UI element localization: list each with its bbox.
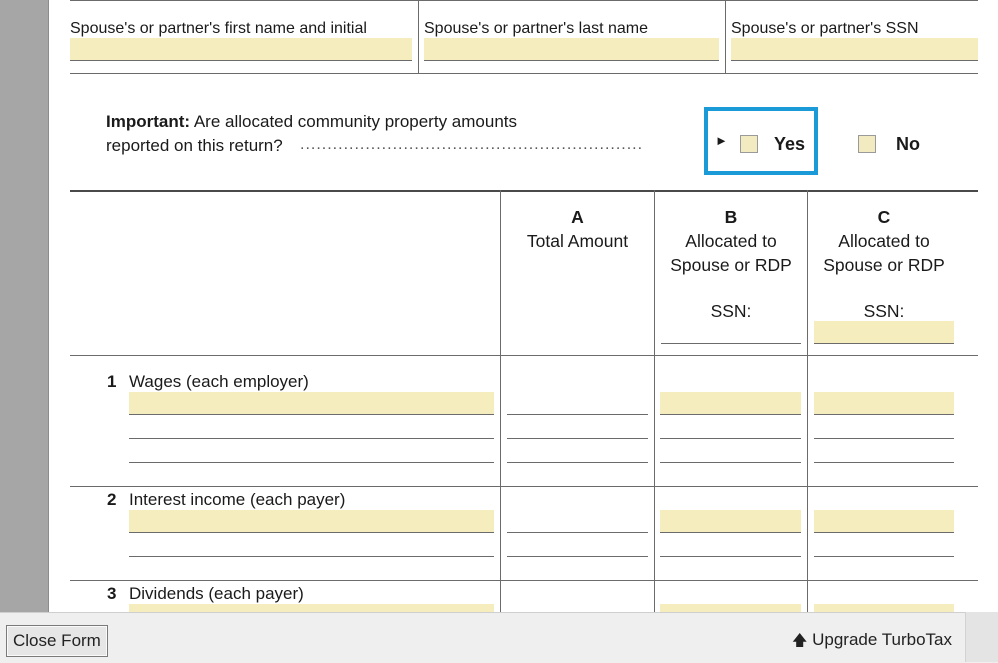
column-c-ssn-field[interactable] xyxy=(814,321,954,344)
up-arrow-icon: 🡅 xyxy=(791,632,808,649)
divider xyxy=(418,0,419,74)
question-important: Important: xyxy=(106,112,191,131)
row-number: 1 xyxy=(107,372,117,391)
yes-checkbox[interactable] xyxy=(740,135,758,153)
upgrade-turbotax-button[interactable]: 🡅 Upgrade TurboTax xyxy=(792,629,952,652)
wages-employer-field-2[interactable] xyxy=(129,438,494,439)
top-rule xyxy=(70,0,978,1)
column-b-ssn-label: SSN: xyxy=(710,301,752,321)
no-checkbox[interactable] xyxy=(858,135,876,153)
row-divider xyxy=(70,580,978,581)
spouse-ssn-label: Spouse's or partner's SSN xyxy=(731,20,919,37)
interest-col-c-field-2[interactable] xyxy=(814,556,954,557)
row-divider xyxy=(70,486,978,487)
column-b-letter: B xyxy=(724,207,738,227)
interest-col-b-field-1[interactable] xyxy=(660,510,801,533)
column-c-title-1: Allocated to xyxy=(838,231,930,251)
spouse-last-name-label: Spouse's or partner's last name xyxy=(424,20,648,37)
bottom-toolbar: Close Form 🡅 Upgrade TurboTax xyxy=(0,612,998,663)
column-b-ssn-field[interactable] xyxy=(661,343,801,344)
no-label: No xyxy=(896,134,920,154)
interest-col-a-field-1[interactable] xyxy=(507,532,648,533)
wages-employer-field-3[interactable] xyxy=(129,462,494,463)
column-b-title-1: Allocated to xyxy=(685,231,777,251)
wages-col-c-field-2[interactable] xyxy=(814,438,954,439)
interest-col-b-field-2[interactable] xyxy=(660,556,801,557)
wages-col-a-field-3[interactable] xyxy=(507,462,648,463)
upgrade-label: Upgrade TurboTax xyxy=(812,630,952,649)
row-label: Wages (each employer) xyxy=(129,372,309,391)
left-gutter xyxy=(0,0,49,612)
close-form-button[interactable]: Close Form xyxy=(6,625,108,657)
spouse-last-name-field[interactable] xyxy=(424,38,719,61)
column-a-title: Total Amount xyxy=(526,231,629,251)
column-divider xyxy=(500,190,501,612)
spouse-first-name-label: Spouse's or partner's first name and ini… xyxy=(70,20,367,37)
column-c-letter: C xyxy=(877,207,891,227)
dividends-col-c-field-1[interactable] xyxy=(814,604,954,612)
table-top-rule xyxy=(70,190,978,192)
question-text-1: Are allocated community property amounts xyxy=(193,112,517,131)
column-b-header: B Allocated to Spouse or RDP SSN: xyxy=(655,205,807,323)
column-c-ssn-label: SSN: xyxy=(863,301,905,321)
divider xyxy=(725,0,726,74)
arrow-icon: ► xyxy=(715,133,728,148)
spouse-bottom-rule xyxy=(70,73,978,74)
column-a-header: A Total Amount xyxy=(501,205,654,253)
yes-label: Yes xyxy=(774,134,806,154)
wages-col-c-field-3[interactable] xyxy=(814,462,954,463)
question-line1: Important: Are allocated community prope… xyxy=(106,112,517,132)
spouse-ssn-field[interactable] xyxy=(731,38,978,61)
header-bottom-rule xyxy=(70,355,978,356)
column-c-title-2: Spouse or RDP xyxy=(823,255,945,275)
interest-payer-field-1[interactable] xyxy=(129,510,494,533)
interest-payer-field-2[interactable] xyxy=(129,556,494,557)
wages-col-b-field-2[interactable] xyxy=(660,438,801,439)
scrollbar[interactable] xyxy=(965,612,998,662)
wages-col-a-field-1[interactable] xyxy=(507,414,648,415)
column-a-letter: A xyxy=(571,207,584,227)
row-label: Interest income (each payer) xyxy=(129,490,346,509)
row-number: 2 xyxy=(107,490,117,509)
leader-dots: ........................................… xyxy=(300,136,644,153)
dividends-payer-field-1[interactable] xyxy=(129,604,494,612)
row-number: 3 xyxy=(107,584,117,603)
wages-col-a-field-2[interactable] xyxy=(507,438,648,439)
dividends-col-b-field-1[interactable] xyxy=(660,604,801,612)
wages-col-b-field-1[interactable] xyxy=(660,392,801,415)
wages-col-c-field-1[interactable] xyxy=(814,392,954,415)
row-label: Dividends (each payer) xyxy=(129,584,304,603)
interest-col-c-field-1[interactable] xyxy=(814,510,954,533)
spouse-first-name-field[interactable] xyxy=(70,38,412,61)
wages-col-b-field-3[interactable] xyxy=(660,462,801,463)
question-text-2: reported on this return? xyxy=(106,136,283,155)
column-c-header: C Allocated to Spouse or RDP SSN: xyxy=(808,205,960,323)
interest-col-a-field-2[interactable] xyxy=(507,556,648,557)
wages-employer-field-1[interactable] xyxy=(129,392,494,415)
column-b-title-2: Spouse or RDP xyxy=(670,255,792,275)
